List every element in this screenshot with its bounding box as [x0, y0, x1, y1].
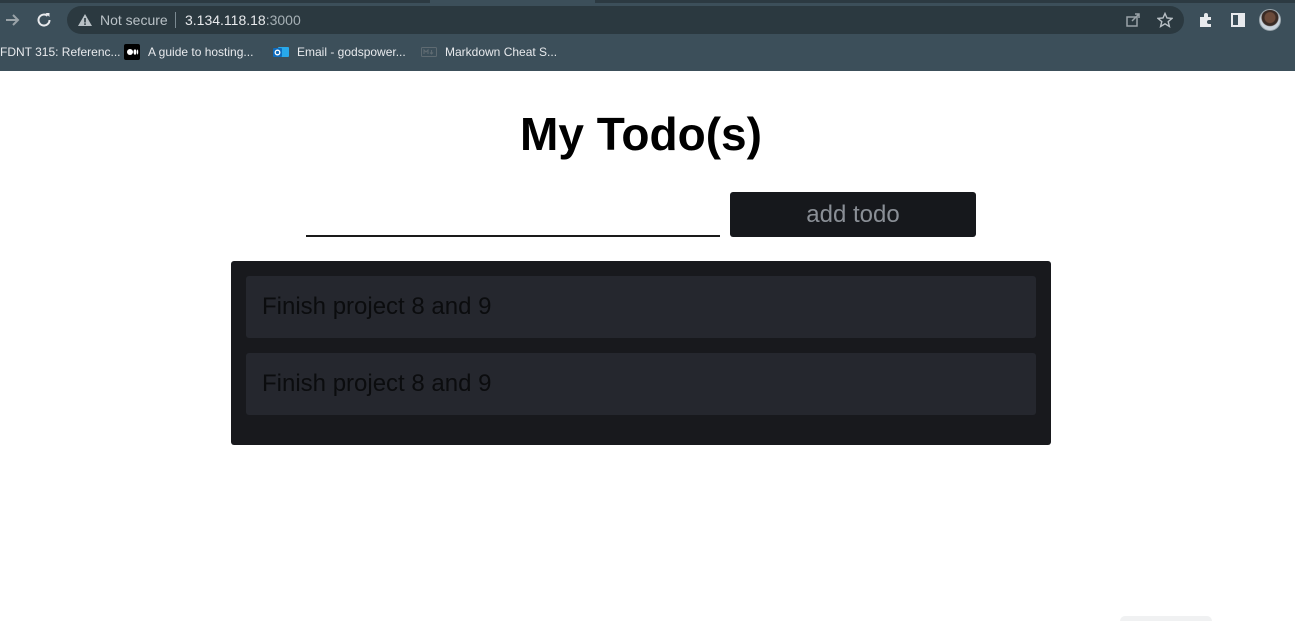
todo-input[interactable] — [306, 193, 720, 237]
security-label[interactable]: Not secure — [100, 12, 168, 28]
reload-icon — [37, 13, 51, 27]
address-bar[interactable]: Not secure 3.134.118.18:3000 — [67, 6, 1184, 34]
bookmark-label: Markdown Cheat S... — [445, 45, 558, 59]
bookmark-item-markdown[interactable]: Markdown Cheat S... — [421, 42, 557, 62]
bookmark-item-email[interactable]: Email - godspower... — [273, 42, 406, 62]
bookmark-star-icon[interactable] — [1156, 11, 1174, 29]
side-panel-icon — [1231, 13, 1245, 27]
bookmark-label: FDNT 315: Referenc... — [0, 45, 121, 59]
browser-chrome: Not secure 3.134.118.18:3000 FDNT 315: R — [0, 0, 1295, 71]
omnibox-separator — [175, 12, 176, 28]
warning-icon[interactable] — [77, 12, 93, 28]
share-icon[interactable] — [1124, 11, 1142, 29]
url-host: 3.134.118.18 — [185, 12, 266, 28]
forward-arrow-icon — [6, 14, 20, 26]
bookmark-label: Email - godspower... — [297, 45, 406, 59]
url-port: :3000 — [265, 12, 301, 28]
bookmark-item-fdnt[interactable]: FDNT 315: Referenc... — [0, 42, 121, 62]
forward-button[interactable] — [1, 8, 25, 32]
puzzle-icon — [1200, 13, 1211, 27]
active-tab-edge[interactable] — [430, 0, 595, 3]
bookmark-item-hosting-guide[interactable]: A guide to hosting... — [124, 42, 253, 62]
todo-item-text: Finish project 8 and 9 — [262, 293, 492, 320]
todo-item[interactable]: Finish project 8 and 9 — [246, 276, 1036, 338]
add-todo-button[interactable]: add todo — [730, 192, 976, 237]
url-text[interactable]: 3.134.118.18:3000 — [185, 12, 301, 28]
reload-button[interactable] — [32, 8, 56, 32]
bookmark-label: A guide to hosting... — [148, 45, 254, 59]
page-title: My Todo(s) — [520, 108, 762, 160]
bottom-edge-element — [1120, 616, 1212, 621]
tab-strip — [0, 0, 1295, 3]
outlook-icon — [273, 44, 289, 60]
markdown-icon — [421, 44, 437, 60]
todo-item[interactable]: Finish project 8 and 9 — [246, 353, 1036, 415]
bookmarks-bar: FDNT 315: Referenc... A guide to hosting… — [0, 42, 1295, 62]
todo-item-text: Finish project 8 and 9 — [262, 370, 492, 397]
todo-list: Finish project 8 and 9 Finish project 8 … — [231, 261, 1051, 445]
side-panel-button[interactable] — [1226, 8, 1250, 32]
extensions-button[interactable] — [1194, 8, 1218, 32]
profile-avatar[interactable] — [1259, 9, 1281, 31]
medium-icon — [124, 44, 140, 60]
